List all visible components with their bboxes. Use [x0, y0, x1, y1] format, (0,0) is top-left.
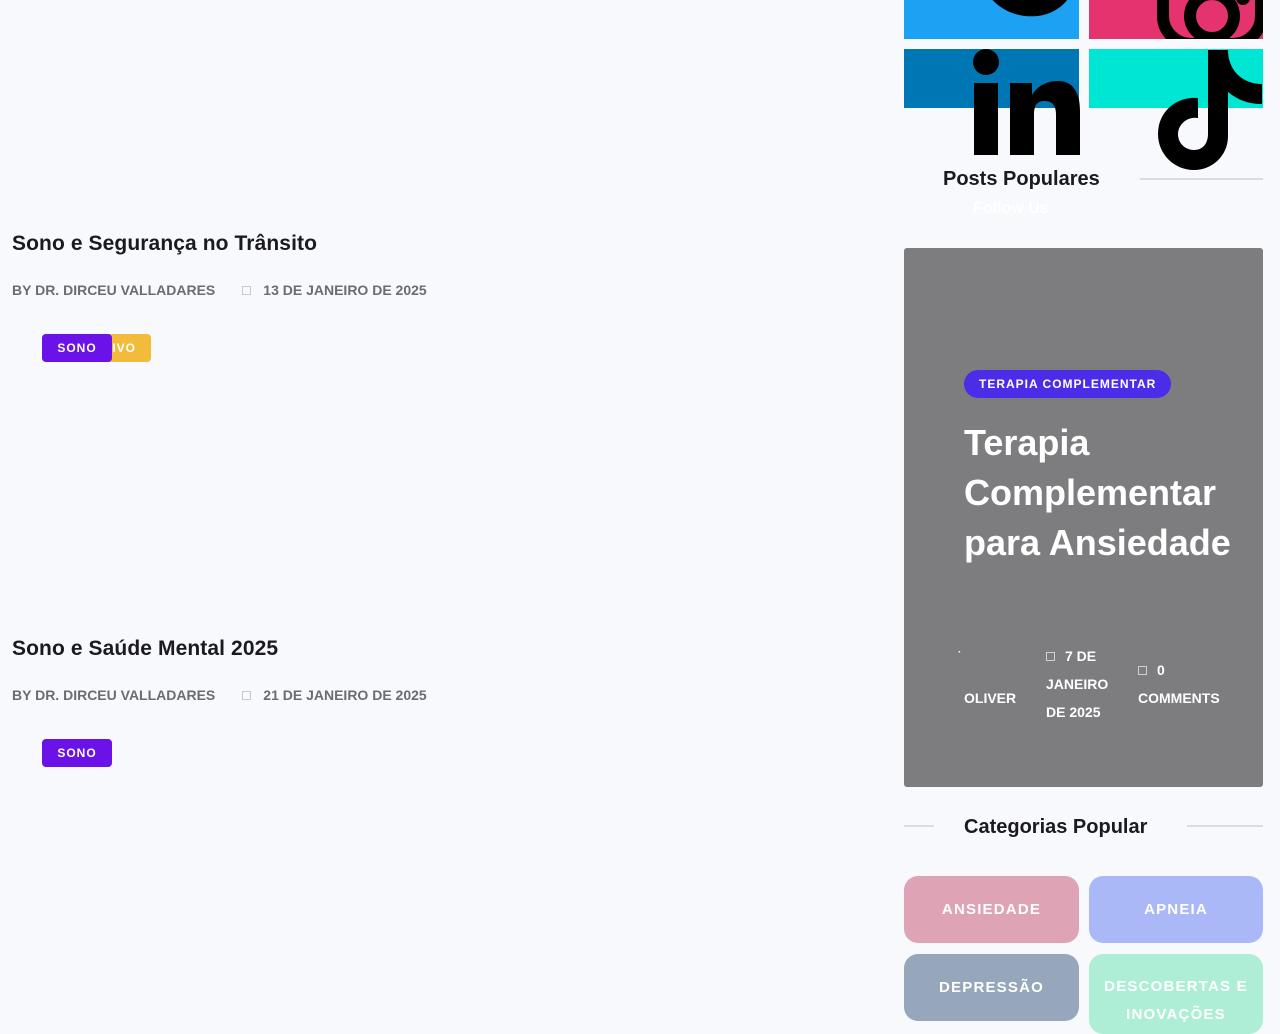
category-apneia[interactable]: APNEIA [1089, 876, 1263, 943]
section-heading: Posts Populares [943, 168, 1100, 190]
twitter-tile[interactable] [904, 0, 1079, 39]
featured-post-card[interactable]: TERAPIA COMPLEMENTAR Terapia Complementa… [904, 248, 1263, 787]
heading-divider [1187, 825, 1263, 827]
calendar-icon [242, 690, 252, 700]
post-title[interactable]: Sono e Saúde Mental 2025 [12, 637, 278, 661]
heading-divider [1140, 178, 1263, 180]
post-author[interactable]: BY DR. DIRCEU VALLADARES [12, 282, 215, 298]
featured-date[interactable]: 7 DE JANEIRO DE 2025 [1046, 642, 1126, 726]
instagram-tile[interactable] [1089, 0, 1263, 39]
twitter-icon [992, 0, 1068, 17]
featured-author[interactable]: OLIVER [964, 684, 1016, 712]
category-tag[interactable]: SONO [42, 739, 112, 767]
category-depressao[interactable]: DEPRESSÃO [904, 954, 1079, 1021]
calendar-icon [1046, 652, 1055, 661]
calendar-icon [242, 285, 252, 295]
tiktok-icon [1158, 50, 1262, 170]
post-title[interactable]: Sono e Segurança no Trânsito [12, 232, 317, 256]
category-tag[interactable]: SONO [42, 334, 112, 362]
post-meta: BY DR. DIRCEU VALLADARES 21 DE JANEIRO D… [12, 685, 427, 705]
section-heading: Categorias Popular [964, 816, 1148, 838]
post-author[interactable]: BY DR. DIRCEU VALLADARES [12, 687, 215, 703]
author-avatar: · [958, 647, 962, 658]
featured-tag[interactable]: TERAPIA COMPLEMENTAR [964, 370, 1172, 398]
comment-icon [1138, 666, 1147, 675]
post-date[interactable]: 21 DE JANEIRO DE 2025 [263, 687, 426, 703]
linkedin-icon [973, 49, 1080, 155]
featured-comments[interactable]: 0 COMMENTS [1138, 656, 1234, 712]
featured-title[interactable]: Terapia Complementar para Ansiedade [964, 418, 1234, 568]
ghost-heading: Follow Us [973, 200, 1049, 217]
category-descobertas[interactable]: DESCOBERTAS E INOVAÇÕES [1089, 954, 1263, 1034]
category-ansiedade[interactable]: ANSIEDADE [904, 876, 1079, 943]
post-meta: BY DR. DIRCEU VALLADARES 13 DE JANEIRO D… [12, 280, 427, 300]
heading-divider [904, 825, 934, 827]
instagram-icon [1157, 0, 1263, 39]
post-date[interactable]: 13 DE JANEIRO DE 2025 [263, 282, 426, 298]
